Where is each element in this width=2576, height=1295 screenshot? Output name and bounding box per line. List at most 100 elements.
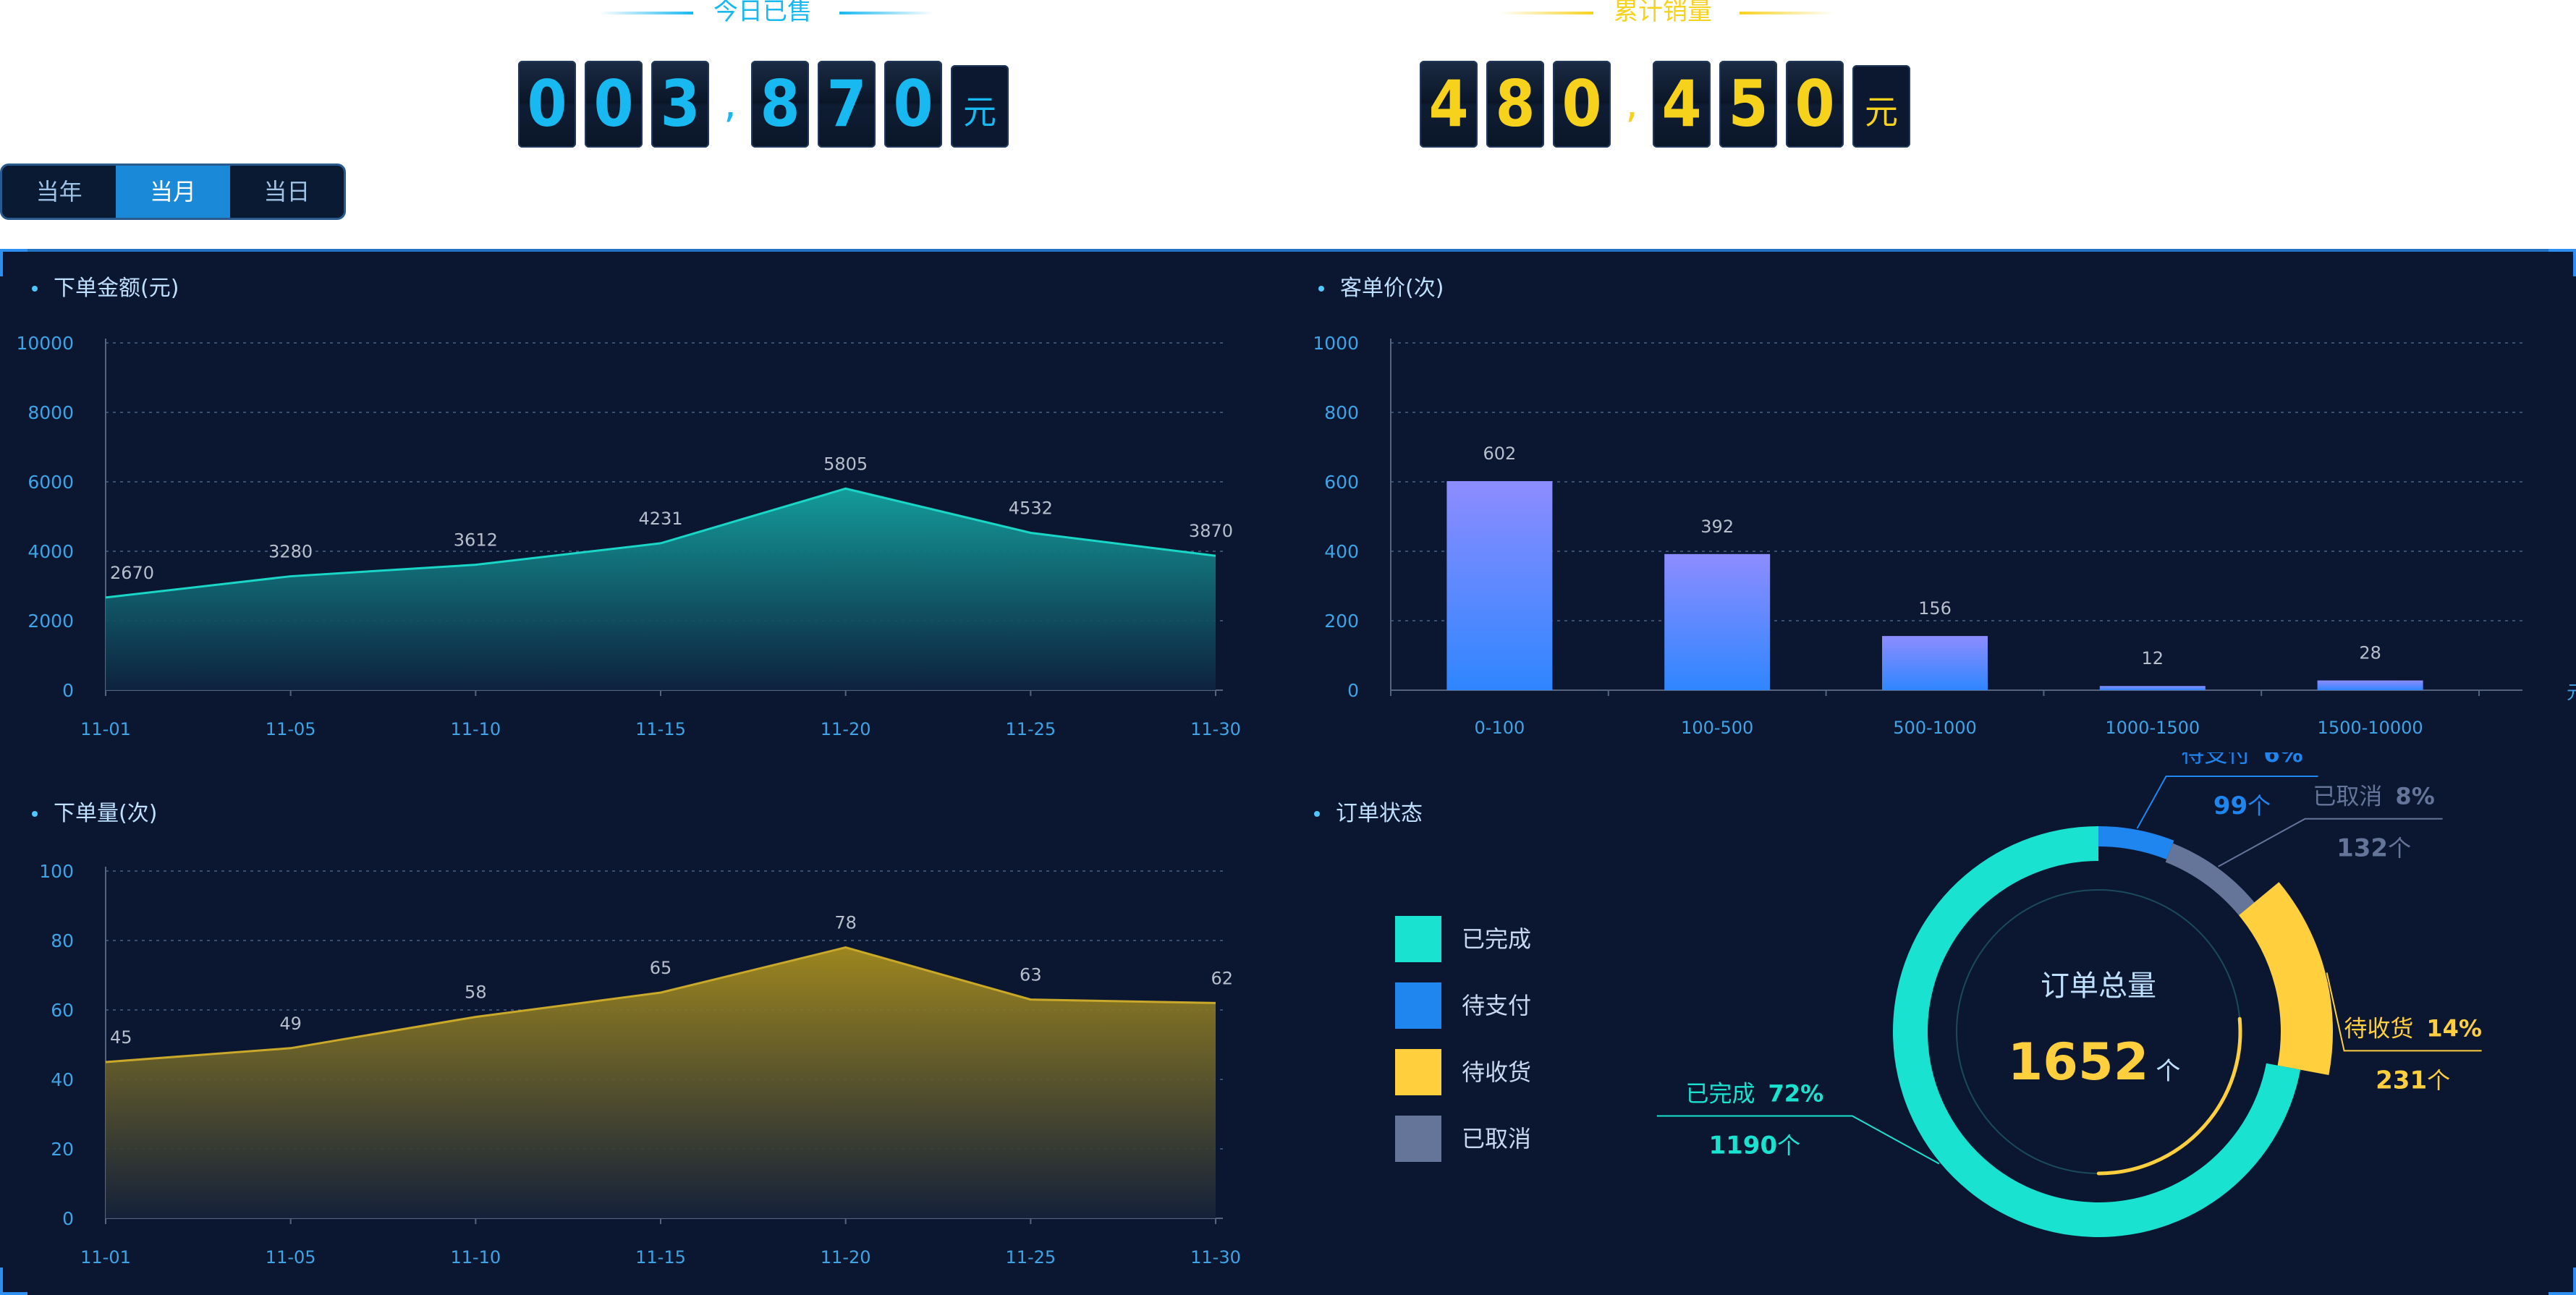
slice-name: 待支付 bbox=[2181, 752, 2250, 768]
slice-label: 已取消 8% bbox=[2313, 783, 2434, 810]
data-label: 78 bbox=[834, 913, 857, 933]
x-tick-label: 500-1000 bbox=[1893, 718, 1977, 738]
y-tick-label: 10000 bbox=[16, 333, 74, 354]
panel-corner bbox=[2549, 249, 2576, 276]
digit: 0 bbox=[518, 61, 576, 148]
currency-unit: 元 bbox=[951, 65, 1009, 148]
currency-unit: 元 bbox=[1852, 65, 1910, 148]
order-amount-title: 下单金额(元) bbox=[32, 274, 179, 303]
total-sales-title: 累计销量 bbox=[1499, 0, 1834, 27]
digit: 8 bbox=[1486, 61, 1544, 148]
x-tick-label: 0-100 bbox=[1475, 718, 1525, 738]
legend-swatch bbox=[1395, 1049, 1441, 1095]
data-label: 5805 bbox=[823, 454, 868, 474]
slice-label: 已完成 72% bbox=[1686, 1080, 1824, 1108]
data-label: 49 bbox=[279, 1014, 302, 1034]
digit: 3 bbox=[651, 61, 709, 148]
slice-percent: 8% bbox=[2395, 783, 2434, 810]
x-tick-label: 11-15 bbox=[635, 719, 686, 739]
y-tick-label: 40 bbox=[51, 1069, 74, 1090]
y-tick-label: 8000 bbox=[27, 402, 74, 423]
y-tick-label: 4000 bbox=[27, 541, 74, 562]
digit: 4 bbox=[1653, 61, 1711, 148]
panel-corner bbox=[0, 249, 27, 276]
order-status-title: 订单状态 bbox=[1314, 799, 1423, 828]
tab-month[interactable]: 当月 bbox=[116, 166, 230, 218]
legend-swatch bbox=[1395, 1116, 1441, 1162]
slice-percent: 72% bbox=[1768, 1080, 1824, 1108]
x-axis-unit: 元 bbox=[2567, 682, 2576, 704]
digit: 4 bbox=[1420, 61, 1478, 148]
area-fill bbox=[106, 947, 1216, 1218]
slice-value-label: 231个 bbox=[2376, 1066, 2450, 1095]
unit-price-chart: 0 200 400 600 800 1000 602 0-100 392 100-500 156 50… bbox=[1313, 333, 2576, 738]
bar bbox=[1446, 481, 1553, 690]
slice-name: 已取消 bbox=[2313, 783, 2382, 810]
y-tick-label: 0 bbox=[1347, 680, 1359, 701]
data-label: 3870 bbox=[1189, 521, 1233, 541]
slice-value-label: 99个 bbox=[2213, 791, 2271, 820]
total-unit: 个 bbox=[2156, 1057, 2180, 1086]
data-label: 2670 bbox=[110, 563, 154, 583]
x-tick-label: 11-25 bbox=[1005, 719, 1056, 739]
slice-percent: 6% bbox=[2263, 752, 2302, 768]
y-tick-label: 80 bbox=[51, 930, 74, 951]
tab-year[interactable]: 当年 bbox=[2, 166, 116, 218]
y-tick-label: 0 bbox=[62, 1208, 74, 1229]
digit: 0 bbox=[884, 61, 942, 148]
donut-slice bbox=[2238, 882, 2333, 1076]
slice-value: 1190 bbox=[1708, 1131, 1777, 1160]
y-tick-label: 2000 bbox=[27, 611, 74, 632]
bar bbox=[2099, 686, 2206, 690]
x-tick-label: 1000-1500 bbox=[2105, 718, 2200, 738]
data-label: 45 bbox=[110, 1027, 132, 1048]
legend-swatch bbox=[1395, 916, 1441, 962]
center-total: 1652 个 bbox=[2008, 1032, 2181, 1092]
y-tick-label: 1000 bbox=[1313, 333, 1359, 354]
digit: 8 bbox=[751, 61, 809, 148]
x-tick-label: 11-10 bbox=[450, 719, 501, 739]
digit: 0 bbox=[585, 61, 643, 148]
tab-day[interactable]: 当日 bbox=[230, 166, 344, 218]
x-tick-label: 11-20 bbox=[821, 1247, 871, 1268]
legend-label: 已取消 bbox=[1462, 1125, 1532, 1152]
x-tick-label: 11-01 bbox=[80, 1247, 131, 1268]
data-label: 4532 bbox=[1009, 498, 1053, 518]
total-value: 1652 bbox=[2008, 1032, 2149, 1092]
data-label: 63 bbox=[1020, 965, 1042, 985]
data-label: 62 bbox=[1211, 968, 1233, 988]
digit: 0 bbox=[1553, 61, 1611, 148]
legend-pending-receipt[interactable]: 待收货 bbox=[1395, 1049, 1612, 1095]
slice-unit: 个 bbox=[2247, 792, 2271, 820]
y-tick-label: 60 bbox=[51, 1000, 74, 1021]
y-tick-label: 6000 bbox=[27, 472, 74, 493]
slice-name: 已完成 bbox=[1686, 1080, 1755, 1108]
thousands-separator: , bbox=[724, 80, 737, 127]
data-label: 3612 bbox=[454, 530, 498, 551]
legend-completed[interactable]: 已完成 bbox=[1395, 916, 1612, 962]
y-tick-label: 800 bbox=[1324, 402, 1359, 423]
legend-cancelled[interactable]: 已取消 bbox=[1395, 1116, 1612, 1162]
legend-swatch bbox=[1395, 982, 1441, 1029]
legend-label: 已完成 bbox=[1462, 925, 1532, 953]
bar bbox=[2317, 680, 2423, 690]
data-label: 156 bbox=[1918, 598, 1952, 619]
slice-label: 待支付 6% bbox=[2181, 752, 2302, 768]
digit: 5 bbox=[1719, 61, 1777, 148]
y-tick-label: 600 bbox=[1324, 472, 1359, 493]
order-count-title: 下单量(次) bbox=[32, 799, 157, 828]
center-label: 订单总量 bbox=[2041, 969, 2156, 1003]
x-tick-label: 11-05 bbox=[266, 719, 316, 739]
legend-pending-payment[interactable]: 待支付 bbox=[1395, 982, 1612, 1029]
bar bbox=[1882, 636, 1988, 690]
digit: 0 bbox=[1786, 61, 1844, 148]
data-label: 12 bbox=[2142, 648, 2164, 668]
y-tick-label: 100 bbox=[39, 861, 74, 882]
x-tick-label: 11-10 bbox=[450, 1247, 501, 1268]
x-tick-label: 11-30 bbox=[1190, 1247, 1241, 1268]
data-label: 58 bbox=[465, 982, 487, 1003]
legend-label: 待收货 bbox=[1462, 1058, 1532, 1086]
today-sales-counter: 0 0 3 , 8 7 0 元 bbox=[518, 58, 1009, 148]
bar bbox=[1664, 553, 1771, 690]
slice-value-label: 132个 bbox=[2336, 834, 2411, 863]
